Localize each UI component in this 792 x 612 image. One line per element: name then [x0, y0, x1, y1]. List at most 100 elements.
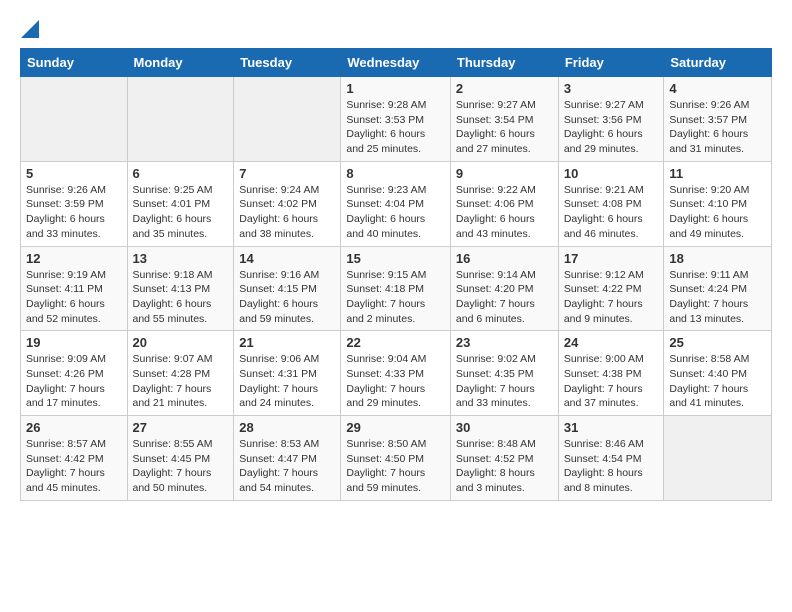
day-info: Sunrise: 9:20 AM Sunset: 4:10 PM Dayligh…	[669, 183, 766, 242]
day-info: Sunrise: 9:25 AM Sunset: 4:01 PM Dayligh…	[133, 183, 229, 242]
calendar-cell: 20 Sunrise: 9:07 AM Sunset: 4:28 PM Dayli…	[127, 331, 234, 416]
day-info: Sunrise: 8:55 AM Sunset: 4:45 PM Dayligh…	[133, 437, 229, 496]
day-number: 31	[564, 420, 659, 435]
calendar-cell: 5Sunrise: 9:26 AM Sunset: 3:59 PM Daylig…	[21, 161, 128, 246]
calendar-cell: 9Sunrise: 9:22 AM Sunset: 4:06 PM Daylig…	[450, 161, 558, 246]
day-info: Sunrise: 9:26 AM Sunset: 3:59 PM Dayligh…	[26, 183, 122, 242]
calendar-header-row: Sunday Monday Tuesday Wednesday Thursday…	[21, 49, 772, 77]
day-info: Sunrise: 9:02 AM Sunset: 4:35 PM Dayligh…	[456, 352, 553, 411]
day-info: Sunrise: 8:48 AM Sunset: 4:52 PM Dayligh…	[456, 437, 553, 496]
calendar-cell	[664, 416, 772, 501]
day-number: 24	[564, 335, 659, 350]
header-tuesday: Tuesday	[234, 49, 341, 77]
calendar-cell: 14 Sunrise: 9:16 AM Sunset: 4:15 PM Dayli…	[234, 246, 341, 331]
day-number: 6	[133, 166, 229, 181]
day-number: 11	[669, 166, 766, 181]
day-number: 21	[239, 335, 335, 350]
day-info: Sunrise: 9:09 AM Sunset: 4:26 PM Dayligh…	[26, 352, 122, 411]
day-info: Sunrise: 9:23 AM Sunset: 4:04 PM Dayligh…	[346, 183, 445, 242]
calendar-cell: 22Sunrise: 9:04 AM Sunset: 4:33 PM Dayli…	[341, 331, 451, 416]
day-info: Sunrise: 9:15 AM Sunset: 4:18 PM Dayligh…	[346, 268, 445, 327]
calendar-cell: 26 Sunrise: 8:57 AM Sunset: 4:42 PM Dayli…	[21, 416, 128, 501]
day-info: Sunrise: 9:00 AM Sunset: 4:38 PM Dayligh…	[564, 352, 659, 411]
calendar-cell: 15 Sunrise: 9:15 AM Sunset: 4:18 PM Dayli…	[341, 246, 451, 331]
day-number: 1	[346, 81, 445, 96]
calendar-week-3: 12 Sunrise: 9:19 AM Sunset: 4:11 PM Dayli…	[21, 246, 772, 331]
calendar-cell: 1 Sunrise: 9:28 AM Sunset: 3:53 PM Daylig…	[341, 77, 451, 162]
calendar-cell: 31 Sunrise: 8:46 AM Sunset: 4:54 PM Dayli…	[558, 416, 664, 501]
day-number: 8	[346, 166, 445, 181]
day-number: 4	[669, 81, 766, 96]
day-number: 3	[564, 81, 659, 96]
calendar-cell: 2 Sunrise: 9:27 AM Sunset: 3:54 PM Daylig…	[450, 77, 558, 162]
day-info: Sunrise: 9:19 AM Sunset: 4:11 PM Dayligh…	[26, 268, 122, 327]
day-number: 16	[456, 251, 553, 266]
day-info: Sunrise: 8:46 AM Sunset: 4:54 PM Dayligh…	[564, 437, 659, 496]
day-info: Sunrise: 9:27 AM Sunset: 3:54 PM Dayligh…	[456, 98, 553, 157]
calendar-cell: 4Sunrise: 9:26 AM Sunset: 3:57 PM Daylig…	[664, 77, 772, 162]
day-info: Sunrise: 8:50 AM Sunset: 4:50 PM Dayligh…	[346, 437, 445, 496]
day-number: 9	[456, 166, 553, 181]
day-info: Sunrise: 9:12 AM Sunset: 4:22 PM Dayligh…	[564, 268, 659, 327]
calendar-cell: 21 Sunrise: 9:06 AM Sunset: 4:31 PM Dayli…	[234, 331, 341, 416]
day-info: Sunrise: 8:57 AM Sunset: 4:42 PM Dayligh…	[26, 437, 122, 496]
calendar-week-5: 26 Sunrise: 8:57 AM Sunset: 4:42 PM Dayli…	[21, 416, 772, 501]
calendar-cell: 3 Sunrise: 9:27 AM Sunset: 3:56 PM Daylig…	[558, 77, 664, 162]
day-info: Sunrise: 9:07 AM Sunset: 4:28 PM Dayligh…	[133, 352, 229, 411]
day-number: 28	[239, 420, 335, 435]
calendar-cell: 23 Sunrise: 9:02 AM Sunset: 4:35 PM Dayli…	[450, 331, 558, 416]
calendar-cell: 16 Sunrise: 9:14 AM Sunset: 4:20 PM Dayli…	[450, 246, 558, 331]
page-header	[20, 20, 772, 38]
day-number: 23	[456, 335, 553, 350]
calendar-cell	[21, 77, 128, 162]
day-number: 2	[456, 81, 553, 96]
calendar-cell: 6 Sunrise: 9:25 AM Sunset: 4:01 PM Daylig…	[127, 161, 234, 246]
calendar-cell: 13 Sunrise: 9:18 AM Sunset: 4:13 PM Dayli…	[127, 246, 234, 331]
day-number: 12	[26, 251, 122, 266]
day-number: 10	[564, 166, 659, 181]
day-number: 15	[346, 251, 445, 266]
logo	[20, 20, 40, 38]
day-number: 29	[346, 420, 445, 435]
calendar-cell: 8 Sunrise: 9:23 AM Sunset: 4:04 PM Daylig…	[341, 161, 451, 246]
day-number: 14	[239, 251, 335, 266]
day-info: Sunrise: 9:18 AM Sunset: 4:13 PM Dayligh…	[133, 268, 229, 327]
day-number: 19	[26, 335, 122, 350]
calendar-cell: 12 Sunrise: 9:19 AM Sunset: 4:11 PM Dayli…	[21, 246, 128, 331]
day-number: 27	[133, 420, 229, 435]
calendar-cell	[234, 77, 341, 162]
day-info: Sunrise: 9:24 AM Sunset: 4:02 PM Dayligh…	[239, 183, 335, 242]
header-sunday: Sunday	[21, 49, 128, 77]
calendar-week-1: 1 Sunrise: 9:28 AM Sunset: 3:53 PM Daylig…	[21, 77, 772, 162]
calendar-cell: 19 Sunrise: 9:09 AM Sunset: 4:26 PM Dayli…	[21, 331, 128, 416]
header-thursday: Thursday	[450, 49, 558, 77]
calendar-cell: 17 Sunrise: 9:12 AM Sunset: 4:22 PM Dayli…	[558, 246, 664, 331]
day-info: Sunrise: 9:06 AM Sunset: 4:31 PM Dayligh…	[239, 352, 335, 411]
header-wednesday: Wednesday	[341, 49, 451, 77]
day-info: Sunrise: 9:16 AM Sunset: 4:15 PM Dayligh…	[239, 268, 335, 327]
calendar-week-4: 19 Sunrise: 9:09 AM Sunset: 4:26 PM Dayli…	[21, 331, 772, 416]
calendar-cell: 11 Sunrise: 9:20 AM Sunset: 4:10 PM Dayli…	[664, 161, 772, 246]
day-info: Sunrise: 9:28 AM Sunset: 3:53 PM Dayligh…	[346, 98, 445, 157]
calendar-table: Sunday Monday Tuesday Wednesday Thursday…	[20, 48, 772, 501]
calendar-week-2: 5Sunrise: 9:26 AM Sunset: 3:59 PM Daylig…	[21, 161, 772, 246]
day-number: 26	[26, 420, 122, 435]
day-number: 30	[456, 420, 553, 435]
calendar-cell: 30 Sunrise: 8:48 AM Sunset: 4:52 PM Dayli…	[450, 416, 558, 501]
day-number: 17	[564, 251, 659, 266]
day-number: 13	[133, 251, 229, 266]
day-number: 22	[346, 335, 445, 350]
day-info: Sunrise: 9:14 AM Sunset: 4:20 PM Dayligh…	[456, 268, 553, 327]
day-info: Sunrise: 8:53 AM Sunset: 4:47 PM Dayligh…	[239, 437, 335, 496]
day-number: 20	[133, 335, 229, 350]
day-number: 18	[669, 251, 766, 266]
calendar-cell: 25 Sunrise: 8:58 AM Sunset: 4:40 PM Dayli…	[664, 331, 772, 416]
calendar-cell: 28 Sunrise: 8:53 AM Sunset: 4:47 PM Dayli…	[234, 416, 341, 501]
day-info: Sunrise: 9:21 AM Sunset: 4:08 PM Dayligh…	[564, 183, 659, 242]
day-number: 7	[239, 166, 335, 181]
day-info: Sunrise: 8:58 AM Sunset: 4:40 PM Dayligh…	[669, 352, 766, 411]
header-friday: Friday	[558, 49, 664, 77]
day-info: Sunrise: 9:27 AM Sunset: 3:56 PM Dayligh…	[564, 98, 659, 157]
calendar-cell: 18Sunrise: 9:11 AM Sunset: 4:24 PM Dayli…	[664, 246, 772, 331]
day-number: 25	[669, 335, 766, 350]
